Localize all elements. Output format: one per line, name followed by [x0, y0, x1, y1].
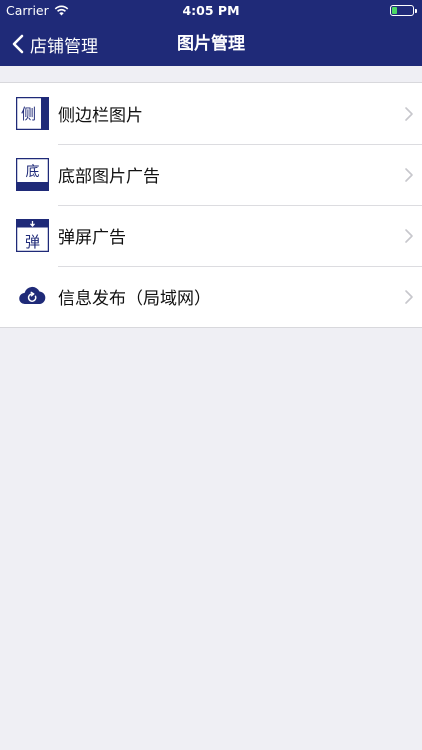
- battery-icon: [390, 5, 417, 16]
- menu-item-label: 弹屏广告: [58, 228, 126, 248]
- menu-item-popup-ad[interactable]: 弹 弹屏广告: [0, 205, 422, 266]
- status-time: 4:05 PM: [182, 3, 240, 18]
- chevron-right-icon: [405, 106, 413, 121]
- chevron-right-icon: [405, 167, 413, 182]
- chevron-right-icon: [405, 228, 413, 243]
- navigation-bar: 店铺管理 图片管理: [0, 22, 422, 66]
- chevron-right-icon: [405, 289, 413, 304]
- cloud-sync-icon: [19, 286, 46, 305]
- sidebar-image-icon-glyph: 侧: [21, 105, 36, 123]
- menu-item-label: 侧边栏图片: [58, 106, 143, 126]
- menu-item-info-publish-lan[interactable]: 信息发布（局域网）: [0, 266, 422, 327]
- menu-item-bottom-image-ad[interactable]: 底 底部图片广告: [0, 144, 422, 205]
- battery-level-fill: [392, 7, 397, 14]
- battery-nub: [415, 8, 417, 13]
- popup-ad-icon: 弹: [16, 219, 49, 252]
- bottom-ad-icon-glyph: 底: [26, 164, 40, 180]
- popup-ad-icon-glyph: 弹: [25, 233, 40, 251]
- status-bar: Carrier 4:05 PM: [0, 0, 422, 22]
- sidebar-image-icon: 侧: [16, 97, 49, 130]
- menu-item-label: 底部图片广告: [58, 167, 160, 187]
- menu-list: 侧 侧边栏图片 底 底部图片广告 弹 弹屏广告 信息发布（局域网）: [0, 82, 422, 328]
- menu-item-label: 信息发布（局域网）: [58, 289, 211, 309]
- menu-item-sidebar-image[interactable]: 侧 侧边栏图片: [0, 83, 422, 144]
- bottom-ad-icon: 底: [16, 158, 49, 191]
- page-title: 图片管理: [177, 34, 245, 54]
